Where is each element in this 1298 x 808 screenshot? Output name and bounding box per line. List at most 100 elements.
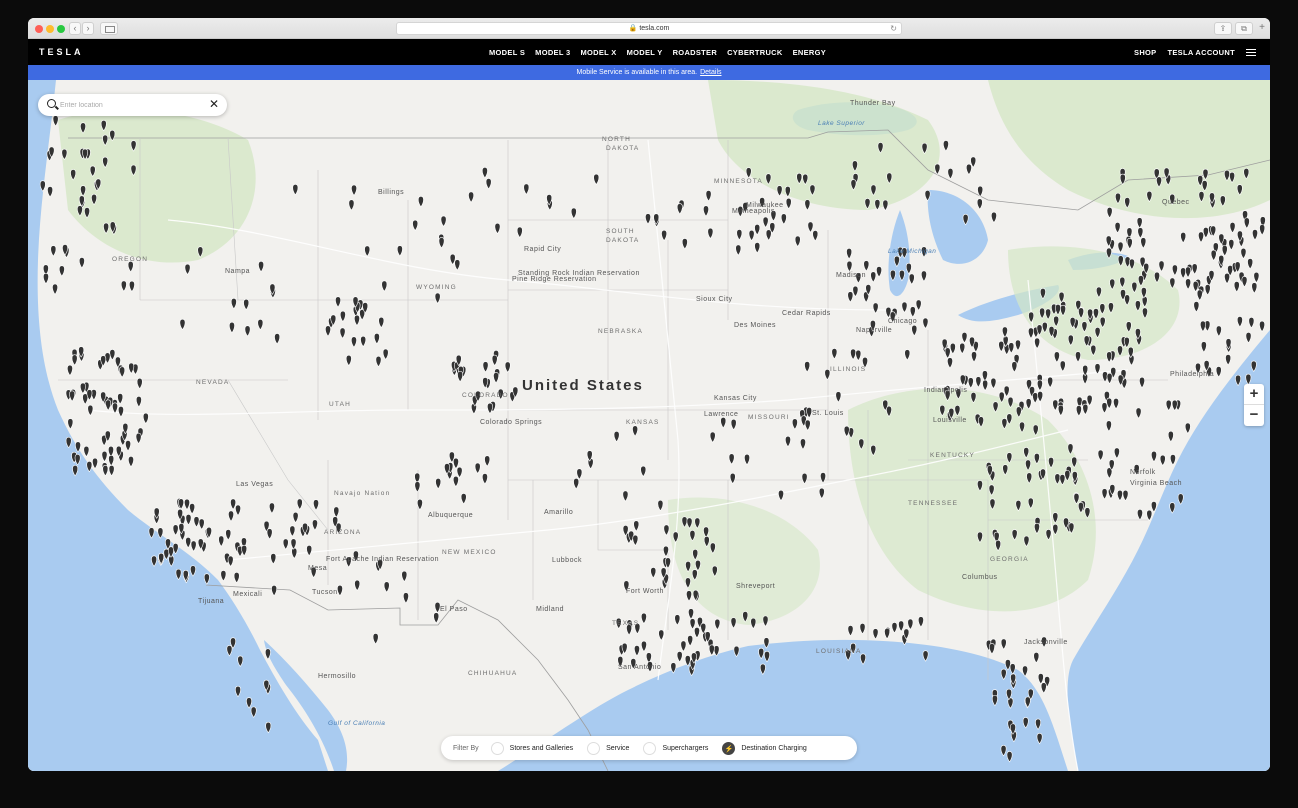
charger-pin-icon[interactable]: [942, 140, 949, 152]
charger-pin-icon[interactable]: [494, 222, 501, 235]
charger-pin-icon[interactable]: [306, 545, 313, 557]
forward-button[interactable]: ›: [82, 22, 94, 35]
charger-pin-icon[interactable]: [325, 325, 331, 337]
charger-pin-icon[interactable]: [831, 348, 838, 360]
charger-pin-icon[interactable]: [142, 412, 149, 425]
filter-stores-galleries[interactable]: Stores and Galleries: [490, 741, 573, 755]
charger-pin-icon[interactable]: [1137, 227, 1144, 239]
charger-pin-icon[interactable]: [1135, 407, 1142, 419]
charger-pin-icon[interactable]: [904, 349, 911, 361]
charger-pin-icon[interactable]: [680, 640, 687, 652]
search-icon[interactable]: [47, 99, 56, 108]
charger-pin-icon[interactable]: [67, 364, 73, 377]
charger-pin-icon[interactable]: [872, 302, 879, 314]
charger-pin-icon[interactable]: [971, 351, 977, 363]
menu-icon[interactable]: [1246, 48, 1256, 56]
nav-model-s[interactable]: MODEL S: [489, 48, 525, 57]
charger-pin-icon[interactable]: [1106, 351, 1113, 363]
charger-pin-icon[interactable]: [1033, 652, 1040, 664]
charger-pin-icon[interactable]: [780, 213, 787, 225]
charger-pin-icon[interactable]: [754, 242, 761, 254]
nav-roadster[interactable]: ROADSTER: [673, 48, 718, 57]
charger-pin-icon[interactable]: [71, 354, 78, 366]
charger-pin-icon[interactable]: [378, 316, 385, 329]
charger-pin-icon[interactable]: [452, 475, 459, 488]
nav-cybertruck[interactable]: CYBERTRUCK: [727, 48, 783, 57]
charger-pin-icon[interactable]: [800, 438, 806, 450]
charger-pin-icon[interactable]: [1137, 509, 1143, 521]
charger-pin-icon[interactable]: [846, 248, 853, 260]
charger-pin-icon[interactable]: [730, 418, 737, 431]
charger-pin-icon[interactable]: [1202, 227, 1209, 239]
charger-pin-icon[interactable]: [468, 191, 475, 203]
clear-search-icon[interactable]: ✕: [209, 97, 219, 111]
charger-pin-icon[interactable]: [484, 455, 491, 467]
charger-pin-icon[interactable]: [348, 199, 355, 211]
charger-pin-icon[interactable]: [333, 506, 340, 518]
nav-model-x[interactable]: MODEL X: [580, 48, 616, 57]
charger-pin-icon[interactable]: [50, 245, 57, 257]
charger-pin-icon[interactable]: [364, 245, 371, 257]
charger-pin-icon[interactable]: [438, 237, 445, 249]
charger-pin-icon[interactable]: [1053, 351, 1060, 363]
charger-pin-icon[interactable]: [754, 223, 761, 236]
charger-pin-icon[interactable]: [1059, 360, 1066, 372]
charger-pin-icon[interactable]: [708, 644, 715, 656]
charger-pin-icon[interactable]: [136, 377, 143, 390]
charger-pin-icon[interactable]: [360, 335, 367, 348]
charger-pin-icon[interactable]: [1228, 239, 1235, 251]
charger-pin-icon[interactable]: [435, 478, 442, 490]
charger-pin-icon[interactable]: [101, 450, 108, 463]
charger-pin-icon[interactable]: [58, 265, 65, 277]
map-canvas[interactable]: NORTH DAKOTA SOUTH DAKOTA MINNESOTA OREGON WYO…: [28, 80, 1270, 771]
charger-pin-icon[interactable]: [381, 280, 388, 292]
charger-pin-icon[interactable]: [1233, 281, 1240, 293]
charger-pin-icon[interactable]: [1122, 489, 1129, 502]
charger-pin-icon[interactable]: [981, 370, 988, 382]
charger-pin-icon[interactable]: [1037, 673, 1044, 685]
charger-pin-icon[interactable]: [1151, 450, 1157, 463]
charger-pin-icon[interactable]: [493, 372, 499, 384]
charger-pin-icon[interactable]: [274, 333, 281, 345]
charger-pin-icon[interactable]: [433, 612, 440, 624]
charger-pin-icon[interactable]: [1229, 222, 1236, 234]
charger-pin-icon[interactable]: [1243, 217, 1250, 229]
charger-pin-icon[interactable]: [1040, 682, 1047, 694]
charger-pin-icon[interactable]: [454, 259, 461, 271]
charger-pin-icon[interactable]: [705, 190, 712, 202]
charger-pin-icon[interactable]: [241, 544, 248, 557]
charger-pin-icon[interactable]: [52, 115, 59, 127]
charger-pin-icon[interactable]: [872, 628, 879, 640]
charger-pin-icon[interactable]: [812, 230, 819, 242]
charger-pin-icon[interactable]: [434, 292, 441, 304]
charger-pin-icon[interactable]: [372, 633, 379, 645]
charger-pin-icon[interactable]: [184, 263, 191, 276]
charger-pin-icon[interactable]: [1185, 278, 1192, 290]
charger-pin-icon[interactable]: [707, 227, 714, 240]
charger-pin-icon[interactable]: [818, 487, 825, 500]
charger-pin-icon[interactable]: [335, 296, 341, 308]
charger-pin-icon[interactable]: [870, 271, 877, 283]
charger-pin-icon[interactable]: [990, 377, 997, 390]
charger-pin-icon[interactable]: [1210, 249, 1217, 262]
charger-pin-icon[interactable]: [1150, 501, 1157, 513]
charger-pin-icon[interactable]: [354, 314, 360, 327]
charger-pin-icon[interactable]: [128, 280, 135, 293]
charger-pin-icon[interactable]: [351, 336, 357, 348]
charger-pin-icon[interactable]: [481, 167, 488, 179]
bolt-icon[interactable]: ⚡: [722, 741, 736, 755]
charger-pin-icon[interactable]: [1259, 224, 1266, 236]
charger-pin-icon[interactable]: [102, 465, 109, 477]
charger-pin-icon[interactable]: [1171, 264, 1178, 276]
charger-pin-icon[interactable]: [632, 534, 639, 547]
charger-pin-icon[interactable]: [909, 306, 916, 318]
charger-pin-icon[interactable]: [440, 215, 447, 227]
charger-pin-icon[interactable]: [266, 528, 273, 540]
charger-pin-icon[interactable]: [570, 207, 577, 220]
charger-pin-icon[interactable]: [847, 625, 854, 637]
tesla-logo[interactable]: TESLA: [39, 47, 84, 57]
charger-pin-icon[interactable]: [220, 570, 227, 582]
charger-pin-icon[interactable]: [748, 229, 755, 242]
charger-pin-icon[interactable]: [1196, 289, 1203, 301]
charger-pin-icon[interactable]: [373, 333, 380, 345]
